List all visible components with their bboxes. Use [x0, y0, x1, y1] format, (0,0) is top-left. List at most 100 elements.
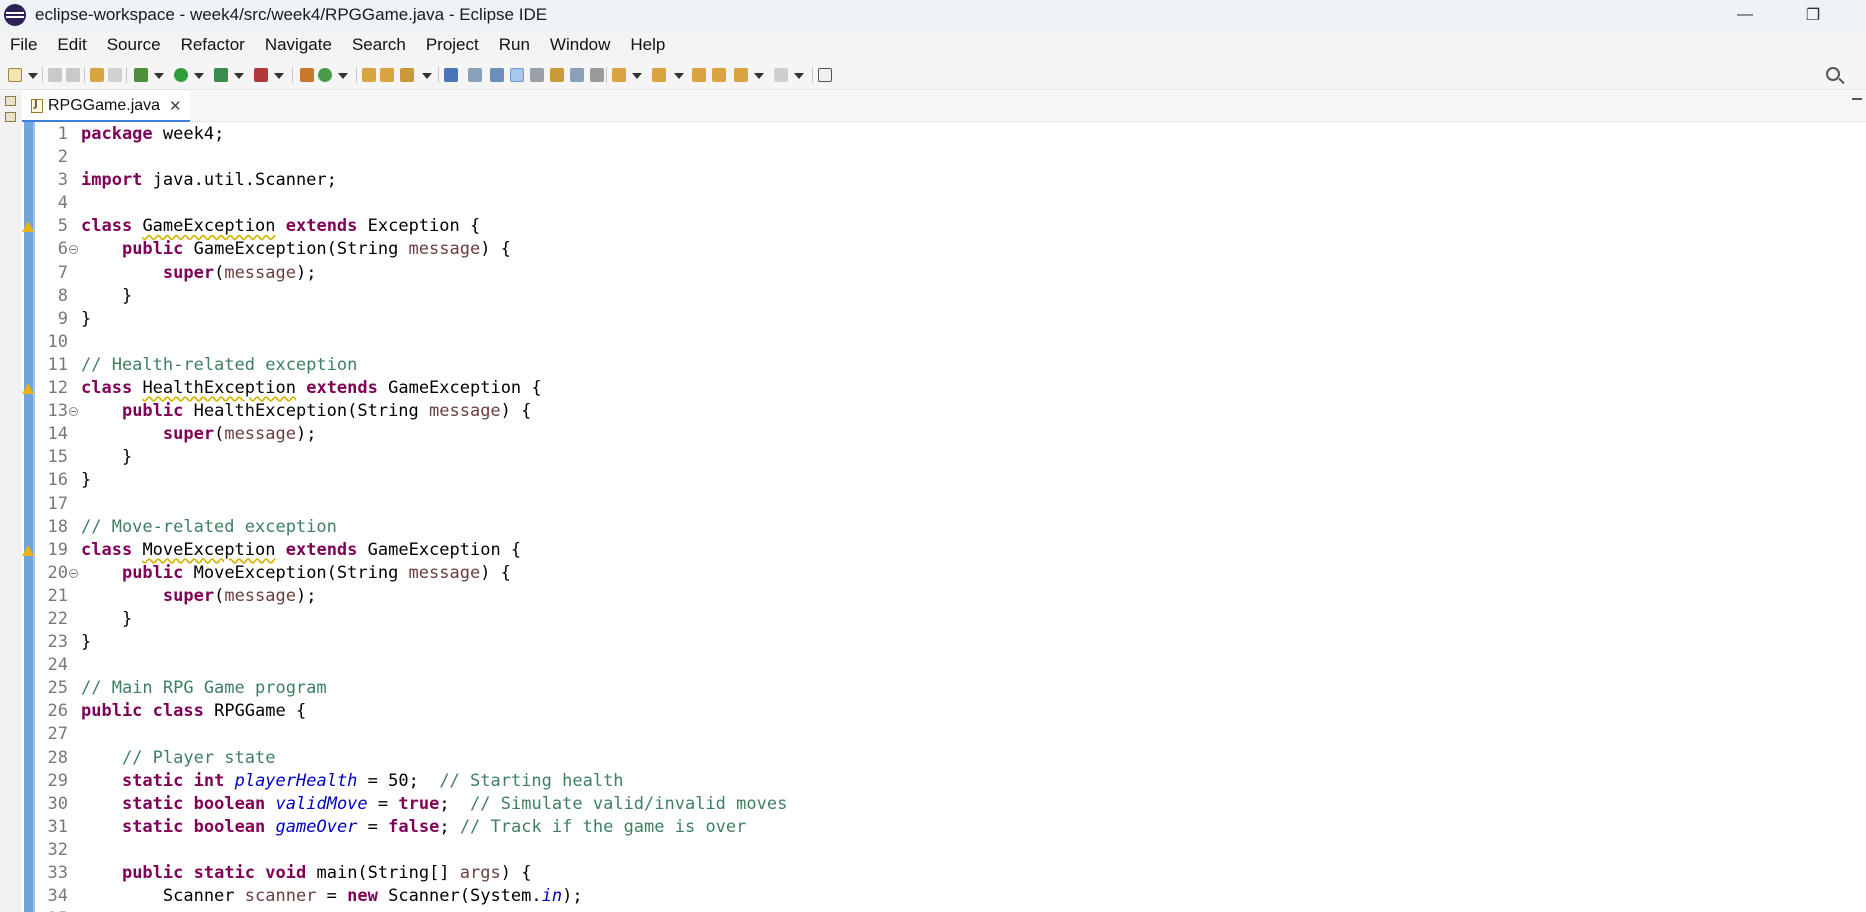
tab-rpggame-java[interactable]: RPGGame.java ✕: [22, 91, 190, 122]
code-line[interactable]: 5 class GameException extends Exception {: [22, 215, 1866, 238]
breadcrumb-toggle-icon[interactable]: [490, 68, 504, 82]
code-line[interactable]: 26 public class RPGGame {: [22, 700, 1866, 723]
run-dropdown-icon[interactable]: [194, 73, 204, 79]
search-icon[interactable]: [1826, 67, 1840, 81]
next-annotation-dropdown-icon[interactable]: [632, 73, 642, 79]
collapse-icon[interactable]: [69, 245, 78, 255]
menu-help[interactable]: Help: [630, 35, 665, 55]
mark-occurrences-icon[interactable]: [510, 68, 524, 82]
forward-dropdown-icon[interactable]: [794, 73, 804, 79]
menu-run[interactable]: Run: [499, 35, 530, 55]
code-line[interactable]: 17: [22, 493, 1866, 516]
link-editor-icon[interactable]: [468, 68, 482, 82]
menu-source[interactable]: Source: [107, 35, 161, 55]
code-line[interactable]: 32: [22, 839, 1866, 862]
block-selection-icon[interactable]: [530, 68, 544, 82]
debug-icon[interactable]: [134, 68, 148, 82]
code-line[interactable]: 9}: [22, 308, 1866, 331]
new-java-project-icon[interactable]: [300, 68, 314, 82]
menu-file[interactable]: File: [10, 35, 37, 55]
show-source-icon[interactable]: [570, 68, 584, 82]
minimize-button[interactable]: —: [1722, 0, 1768, 30]
pilcrow-icon[interactable]: [590, 68, 604, 82]
code-line[interactable]: 24: [22, 654, 1866, 677]
code-line[interactable]: 25 // Main RPG Game program: [22, 677, 1866, 700]
restore-view-icon[interactable]: [5, 96, 16, 106]
code-line[interactable]: 34 Scanner scanner = new Scanner(System.…: [22, 885, 1866, 908]
pin-editor-icon[interactable]: [818, 68, 832, 82]
search-tool-icon[interactable]: [400, 68, 414, 82]
warning-icon[interactable]: [22, 221, 34, 233]
undo-icon[interactable]: [90, 68, 104, 82]
package-explorer-icon[interactable]: [5, 112, 16, 122]
new-dropdown-icon[interactable]: [28, 73, 38, 79]
code-line[interactable]: 8 }: [22, 285, 1866, 308]
warning-icon[interactable]: [22, 544, 34, 556]
restore-button[interactable]: ❐: [1790, 0, 1836, 30]
save-all-icon[interactable]: [66, 68, 80, 82]
warning-icon[interactable]: [22, 383, 34, 395]
debug-dropdown-icon[interactable]: [154, 73, 164, 79]
external-tools-dropdown-icon[interactable]: [274, 73, 284, 79]
code-line[interactable]: 16}: [22, 469, 1866, 492]
menu-refactor[interactable]: Refactor: [181, 35, 245, 55]
code-line[interactable]: 7 super(message);: [22, 262, 1866, 285]
code-line[interactable]: 33 public static void main(String[] args…: [22, 862, 1866, 885]
coverage-icon[interactable]: [214, 68, 228, 82]
next-annotation-icon[interactable]: [612, 68, 626, 82]
code-line[interactable]: 31 static boolean gameOver = false; // T…: [22, 816, 1866, 839]
previous-annotation-icon[interactable]: [652, 68, 666, 82]
close-icon[interactable]: ✕: [169, 97, 182, 115]
code-line[interactable]: 11 // Health-related exception: [22, 354, 1866, 377]
code-line[interactable]: 27: [22, 723, 1866, 746]
menu-edit[interactable]: Edit: [57, 35, 86, 55]
code-line[interactable]: 19 class MoveException extends GameExcept…: [22, 539, 1866, 562]
external-tools-icon[interactable]: [254, 68, 268, 82]
collapse-icon[interactable]: [69, 407, 78, 417]
new-java-class-icon[interactable]: [318, 68, 332, 82]
back-icon[interactable]: [734, 68, 748, 82]
new-icon[interactable]: [8, 68, 22, 82]
forward-icon[interactable]: [774, 68, 788, 82]
menu-navigate[interactable]: Navigate: [265, 35, 332, 55]
code-line[interactable]: 20 public MoveException(String message) …: [22, 562, 1866, 585]
redo-icon[interactable]: [108, 68, 122, 82]
code-line[interactable]: 3 import java.util.Scanner;: [22, 169, 1866, 192]
menu-project[interactable]: Project: [426, 35, 479, 55]
code-line[interactable]: 21 super(message);: [22, 585, 1866, 608]
back-dropdown-icon[interactable]: [754, 73, 764, 79]
run-icon[interactable]: [174, 68, 188, 82]
save-icon[interactable]: [48, 68, 62, 82]
code-line[interactable]: 22 }: [22, 608, 1866, 631]
code-line[interactable]: 13 public HealthException(String message…: [22, 400, 1866, 423]
code-line[interactable]: 30 static boolean validMove = true; // S…: [22, 793, 1866, 816]
minimize-editor-icon[interactable]: [1852, 98, 1862, 100]
open-type-icon[interactable]: [362, 68, 376, 82]
code-line[interactable]: 1 package week4;: [22, 123, 1866, 146]
collapse-icon[interactable]: [69, 568, 78, 578]
search-dropdown-icon[interactable]: [422, 73, 432, 79]
menu-search[interactable]: Search: [352, 35, 406, 55]
previous-annotation-dropdown-icon[interactable]: [674, 73, 684, 79]
last-edit-icon[interactable]: [692, 68, 706, 82]
open-resource-icon[interactable]: [380, 68, 394, 82]
menu-window[interactable]: Window: [550, 35, 610, 55]
code-line[interactable]: 2: [22, 146, 1866, 169]
code-line[interactable]: 14 super(message);: [22, 423, 1866, 446]
code-line[interactable]: 15 }: [22, 446, 1866, 469]
coverage-dropdown-icon[interactable]: [234, 73, 244, 79]
code-line[interactable]: 23}: [22, 631, 1866, 654]
code-editor[interactable]: 1 package week4; 2 3 import java.util.Scanne…: [22, 122, 1866, 912]
code-line[interactable]: 6 public GameException(String message) {: [22, 238, 1866, 261]
open-console-icon[interactable]: [444, 68, 458, 82]
code-line[interactable]: 35: [22, 908, 1866, 912]
code-line[interactable]: 4: [22, 192, 1866, 215]
code-line[interactable]: 12 class HealthException extends GameExce…: [22, 377, 1866, 400]
code-line[interactable]: 29 static int playerHealth = 50; // Star…: [22, 770, 1866, 793]
code-line[interactable]: 10: [22, 331, 1866, 354]
code-line[interactable]: 28 // Player state: [22, 747, 1866, 770]
new-class-dropdown-icon[interactable]: [338, 73, 348, 79]
forward-edit-icon[interactable]: [712, 68, 726, 82]
whitespace-icon[interactable]: [550, 68, 564, 82]
code-line[interactable]: 18 // Move-related exception: [22, 516, 1866, 539]
